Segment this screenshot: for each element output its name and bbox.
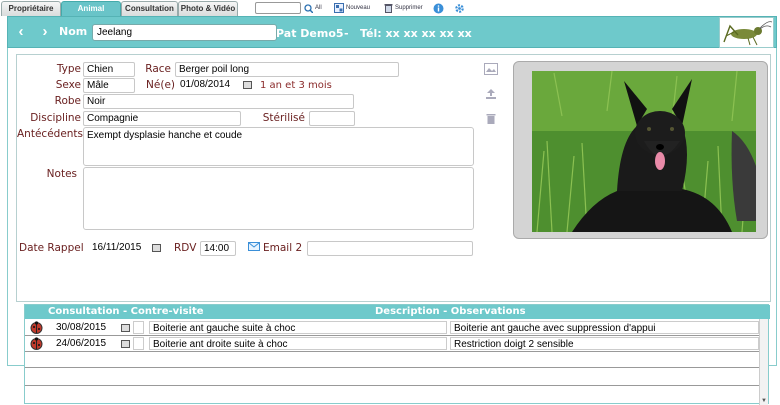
race-field[interactable]: Berger poil long bbox=[175, 62, 399, 77]
rappel-field[interactable]: 16/11/2015 bbox=[89, 241, 151, 256]
recheck-box[interactable] bbox=[133, 337, 144, 350]
table-row[interactable] bbox=[25, 352, 760, 368]
sterilise-label: Stérilisé bbox=[262, 112, 305, 124]
search-input[interactable] bbox=[255, 2, 301, 14]
tab-proprietaire[interactable]: Propriétaire bbox=[1, 1, 61, 16]
settings-button[interactable] bbox=[454, 2, 465, 14]
animal-photo[interactable] bbox=[532, 71, 756, 232]
delete-button[interactable]: Supprimer bbox=[384, 2, 423, 14]
owner-name: Pat Demo5 bbox=[276, 27, 344, 40]
owner-phone: Tél: xx xx xx xx xx bbox=[360, 27, 472, 40]
animal-header: ‹ › Nom Jeelang Pat Demo5 - Tél: xx xx x… bbox=[7, 16, 777, 48]
table-row[interactable]: 30/08/2015 Boiterie ant gauche suite à c… bbox=[25, 320, 760, 336]
birth-field[interactable]: 01/08/2014 bbox=[177, 78, 241, 93]
new-button[interactable]: Nouveau bbox=[334, 2, 370, 14]
image-icon[interactable] bbox=[482, 63, 499, 78]
discipline-label: Discipline bbox=[30, 112, 81, 124]
rappel-label: Date Rappel bbox=[19, 242, 84, 254]
discipline-field[interactable]: Compagnie bbox=[83, 111, 241, 126]
scroll-down-icon[interactable]: ▼ bbox=[761, 398, 767, 404]
email-button[interactable]: Email 2 bbox=[248, 242, 302, 254]
birth-label: Né(e) bbox=[146, 79, 175, 91]
table-row[interactable]: 24/06/2015 Boiterie ant droite suite à c… bbox=[25, 336, 760, 352]
header-consultation: Consultation - Contre-visite bbox=[48, 306, 204, 317]
consult-date: 30/08/2015 bbox=[56, 322, 107, 333]
type-label: Type bbox=[56, 63, 81, 75]
tab-animal[interactable]: Animal bbox=[61, 1, 121, 16]
calendar-icon[interactable] bbox=[121, 340, 130, 348]
email-label: Email 2 bbox=[263, 242, 303, 254]
type-field[interactable]: Chien bbox=[83, 62, 135, 77]
tab-photo-video[interactable]: Photo & Vidéo bbox=[178, 1, 238, 16]
new-label: Nouveau bbox=[346, 5, 371, 11]
sexe-label: Sexe bbox=[55, 79, 81, 91]
photo-frame bbox=[513, 61, 768, 239]
trash-icon[interactable] bbox=[482, 113, 499, 128]
table-header: Consultation - Contre-visite Description… bbox=[25, 305, 770, 319]
gear-icon bbox=[454, 3, 465, 14]
rdv-field[interactable]: 14:00 bbox=[200, 241, 236, 256]
race-label: Race bbox=[145, 63, 171, 75]
consult-description: Boiterie ant gauche suite à choc bbox=[149, 321, 447, 334]
all-label: All bbox=[315, 5, 322, 11]
table-row[interactable] bbox=[25, 368, 760, 386]
previous-button[interactable]: ‹ bbox=[13, 23, 29, 41]
notes-label: Notes bbox=[46, 168, 77, 180]
email-icon bbox=[248, 242, 260, 254]
info-button[interactable] bbox=[433, 2, 444, 14]
consult-observation: Boiterie ant gauche avec suppression d'a… bbox=[450, 321, 759, 334]
email-field[interactable] bbox=[307, 241, 473, 256]
consult-date: 24/06/2015 bbox=[56, 338, 107, 349]
antecedents-label: Antécédents bbox=[17, 128, 84, 140]
ladybug-icon bbox=[30, 321, 43, 337]
antecedents-field[interactable]: Exempt dysplasie hanche et coude bbox=[83, 127, 474, 166]
calendar-icon[interactable] bbox=[152, 244, 161, 252]
calendar-icon[interactable] bbox=[243, 81, 252, 89]
name-input[interactable]: Jeelang bbox=[92, 24, 277, 41]
info-icon bbox=[433, 3, 444, 14]
animal-details-box: Type Chien Race Berger poil long Sexe Mâ… bbox=[16, 54, 771, 302]
calendar-icon[interactable] bbox=[121, 324, 130, 332]
age-text: 1 an et 3 mois bbox=[260, 80, 332, 91]
new-icon bbox=[334, 3, 344, 13]
robe-label: Robe bbox=[54, 95, 81, 107]
consultation-table: Consultation - Contre-visite Description… bbox=[24, 304, 770, 405]
trash-icon bbox=[384, 3, 393, 13]
recheck-box[interactable] bbox=[133, 321, 144, 334]
upload-icon[interactable] bbox=[482, 88, 499, 103]
sterilise-field[interactable] bbox=[309, 111, 355, 126]
notes-field[interactable] bbox=[83, 167, 474, 230]
table-scrollbar[interactable]: ▼ bbox=[759, 319, 768, 405]
consult-observation: Restriction doigt 2 sensible bbox=[450, 337, 759, 350]
name-label: Nom bbox=[59, 25, 88, 38]
header-description: Description - Observations bbox=[375, 306, 526, 317]
next-button[interactable]: › bbox=[37, 23, 53, 41]
sexe-field[interactable]: Mâle bbox=[83, 78, 135, 93]
consult-description: Boiterie ant droite suite à choc bbox=[149, 337, 447, 350]
robe-field[interactable]: Noir bbox=[83, 94, 354, 109]
header-separator: - bbox=[344, 27, 349, 40]
delete-label: Supprimer bbox=[395, 5, 423, 11]
cricket-logo bbox=[719, 17, 774, 48]
ladybug-icon bbox=[30, 337, 43, 353]
all-button[interactable]: All bbox=[304, 2, 322, 14]
rdv-label: RDV bbox=[174, 242, 197, 254]
animal-panel: Type Chien Race Berger poil long Sexe Mâ… bbox=[7, 48, 777, 405]
tab-consultation[interactable]: Consultation bbox=[121, 1, 178, 16]
tab-bar: Propriétaire Animal Consultation Photo &… bbox=[0, 0, 780, 16]
search-icon bbox=[304, 3, 313, 13]
